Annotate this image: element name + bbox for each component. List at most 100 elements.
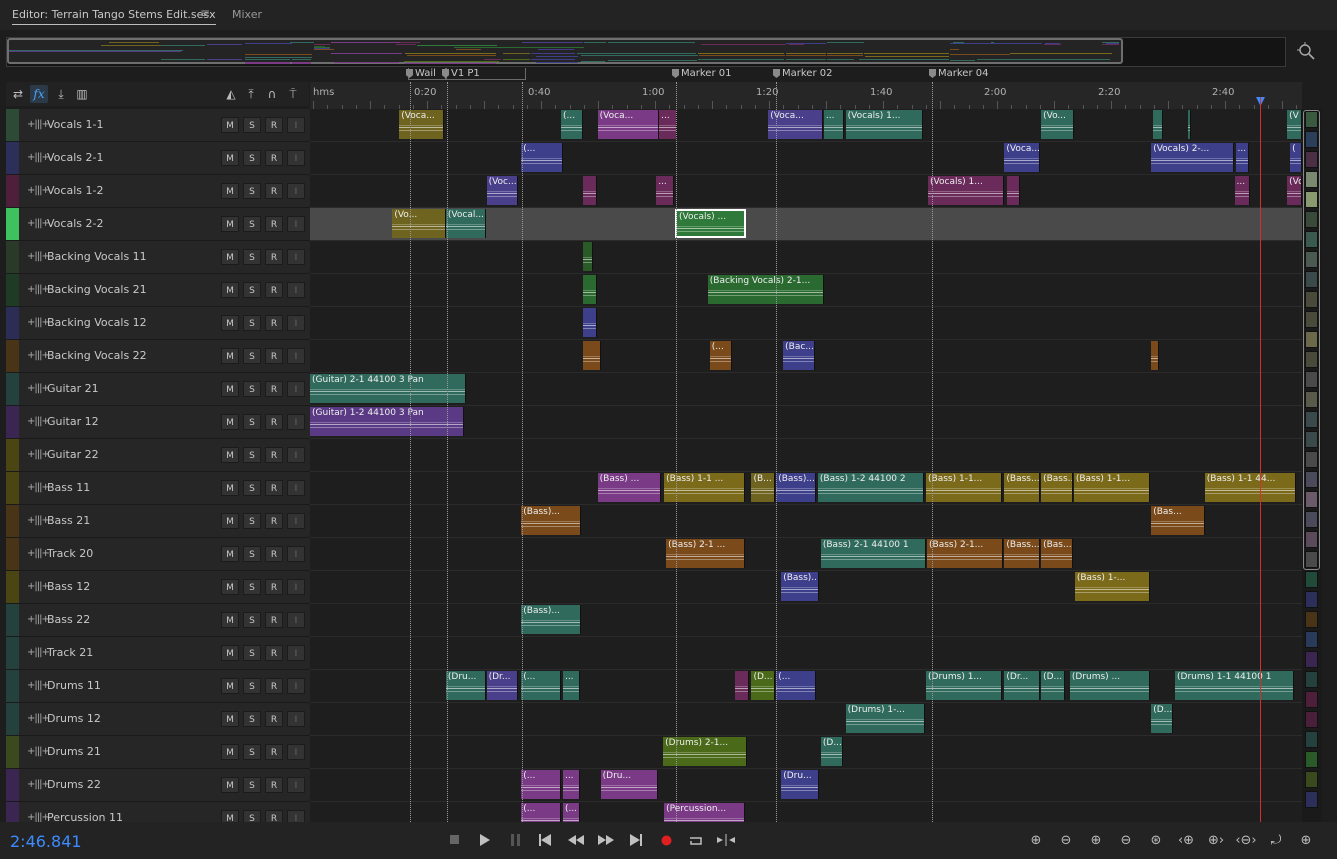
solo-button[interactable]: S — [243, 711, 261, 727]
record-arm-button[interactable]: R — [265, 315, 283, 331]
track-name[interactable]: Drums 22 — [47, 778, 101, 791]
track-name[interactable]: Bass 12 — [47, 580, 90, 593]
track-lane[interactable]: (Dru... (Dr... (...... (D... (... (Drums) 1..… — [310, 670, 1302, 703]
track-lane[interactable]: (... (... (Percussion... — [310, 802, 1302, 822]
mute-button[interactable]: M — [221, 381, 239, 397]
audio-clip[interactable]: (Bass) ... — [597, 473, 662, 502]
audio-clip[interactable]: (Bass) 2-1 44100 1 — [820, 539, 927, 568]
audio-clip[interactable]: (Dru... — [600, 770, 659, 799]
track-header[interactable]: +|||+ Track 20 M S R I — [6, 538, 310, 571]
record-icon[interactable] — [656, 831, 676, 849]
mute-button[interactable]: M — [221, 777, 239, 793]
inputs-outputs-icon[interactable]: ⇄ — [9, 85, 27, 103]
audio-clip[interactable]: ... — [562, 770, 580, 799]
mute-button[interactable]: M — [221, 117, 239, 133]
track-header[interactable]: +|||+ Vocals 2-1 M S R I — [6, 142, 310, 175]
audio-clip[interactable]: (Bass) 1-1... — [926, 473, 1003, 502]
record-arm-button[interactable]: R — [265, 117, 283, 133]
track-header[interactable]: +|||+ Vocals 1-2 M S R I — [6, 175, 310, 208]
audio-clip[interactable] — [734, 671, 750, 700]
track-name[interactable]: Vocals 1-2 — [47, 184, 103, 197]
audio-clip[interactable]: (Drums) 1-... — [845, 704, 926, 733]
upload-icon[interactable]: ⤒ — [242, 85, 260, 103]
audio-clip[interactable]: ... — [659, 110, 678, 139]
track-name[interactable]: Track 20 — [47, 547, 93, 560]
audio-clip[interactable] — [582, 176, 597, 205]
loop-icon[interactable] — [686, 831, 706, 849]
zoom-to-selection-icon[interactable]: ⤾ — [1265, 831, 1287, 849]
track-lane[interactable]: (Drums) 2-1... (D... — [310, 736, 1302, 769]
mute-button[interactable]: M — [221, 612, 239, 628]
solo-button[interactable]: S — [243, 579, 261, 595]
mute-button[interactable]: M — [221, 282, 239, 298]
solo-button[interactable]: S — [243, 183, 261, 199]
track-lane[interactable]: (... (Voca... (Vocals) 2-...... ( — [310, 142, 1302, 175]
track-name[interactable]: Vocals 2-1 — [47, 151, 103, 164]
audio-clip[interactable]: (B... — [751, 473, 776, 502]
record-arm-button[interactable]: R — [265, 711, 283, 727]
marker-wail[interactable]: Wail — [406, 68, 436, 79]
record-arm-button[interactable]: R — [265, 183, 283, 199]
input-monitor-button[interactable]: I — [287, 249, 305, 265]
zoom-in-amplitude-icon[interactable]: ⊕ — [1025, 831, 1047, 849]
audio-clip[interactable]: ( — [1290, 143, 1302, 172]
solo-button[interactable]: S — [243, 480, 261, 496]
audio-clip[interactable]: (Voca... — [1004, 143, 1041, 172]
track-row[interactable]: +|||+ Drums 12 M S R I (Drums) 1-... (D... — [0, 703, 1302, 736]
solo-button[interactable]: S — [243, 546, 261, 562]
track-lane[interactable]: (Guitar) 1-2 44100 3 Pan — [310, 406, 1302, 439]
solo-button[interactable]: S — [243, 117, 261, 133]
track-header[interactable]: +|||+ Guitar 22 M S R I — [6, 439, 310, 472]
track-lane[interactable]: (Guitar) 2-1 44100 3 Pan — [310, 373, 1302, 406]
track-lane[interactable] — [310, 307, 1302, 340]
track-name[interactable]: Backing Vocals 12 — [47, 316, 147, 329]
headphones-icon[interactable]: ∩ — [263, 85, 281, 103]
mute-button[interactable]: M — [221, 315, 239, 331]
record-arm-button[interactable]: R — [265, 447, 283, 463]
record-arm-button[interactable]: R — [265, 678, 283, 694]
audio-clip[interactable]: (... — [562, 803, 580, 822]
audio-clip[interactable]: (Bass)... — [521, 605, 581, 634]
track-header[interactable]: +|||+ Backing Vocals 21 M S R I — [6, 274, 310, 307]
audio-clip[interactable]: ... — [656, 176, 675, 205]
audio-clip[interactable]: (Vocals) 1... — [845, 110, 924, 139]
stop-icon[interactable] — [445, 831, 465, 849]
input-monitor-button[interactable]: I — [287, 645, 305, 661]
solo-button[interactable]: S — [243, 282, 261, 298]
skip-selection-icon[interactable] — [716, 831, 736, 849]
audio-clip[interactable]: (Bass... — [1004, 473, 1041, 502]
audio-clip[interactable]: (Bass)... — [776, 473, 816, 502]
track-row[interactable]: +|||+ Drums 21 M S R I (Drums) 2-1... (D... — [0, 736, 1302, 769]
track-row[interactable]: +|||+ Vocals 2-2 M S R I (Vo... (Vocal... (Vocal… — [0, 208, 1302, 241]
track-header[interactable]: +|||+ Backing Vocals 22 M S R I — [6, 340, 310, 373]
marker-v1-p1[interactable]: V1 P1 — [442, 68, 480, 79]
zoom-in-icon[interactable]: ⊕ — [1085, 831, 1107, 849]
track-row[interactable]: +|||+ Vocals 2-1 M S R I (... (Voca... (Vocals) … — [0, 142, 1302, 175]
audio-clip[interactable]: (D... — [751, 671, 776, 700]
audio-clip[interactable]: (Vo... — [1041, 110, 1074, 139]
audio-clip[interactable]: (Bass... — [1004, 539, 1041, 568]
track-lane[interactable] — [310, 439, 1302, 472]
mute-button[interactable]: M — [221, 183, 239, 199]
audio-clip[interactable]: ... — [562, 671, 580, 700]
solo-button[interactable]: S — [243, 447, 261, 463]
audio-clip[interactable]: (Dru... — [445, 671, 486, 700]
audio-clip[interactable]: (Voc... — [486, 176, 519, 205]
audio-clip[interactable]: (Vocals) 1... — [928, 176, 1005, 205]
mute-button[interactable]: M — [221, 645, 239, 661]
audio-clip[interactable]: (Vocals) 2-... — [1151, 143, 1234, 172]
sends-icon[interactable]: ⤓ — [52, 85, 70, 103]
audio-clip[interactable]: (Voca... — [399, 110, 444, 139]
track-lane[interactable]: (Bass)... (Bas... — [310, 505, 1302, 538]
audio-clip[interactable]: (Bass)... — [781, 572, 819, 601]
record-arm-button[interactable]: R — [265, 216, 283, 232]
track-header[interactable]: +|||+ Bass 11 M S R I — [6, 472, 310, 505]
zoom-out-full-icon[interactable]: ‹⊖› — [1235, 831, 1257, 849]
solo-button[interactable]: S — [243, 645, 261, 661]
audio-clip[interactable]: (Voca... — [597, 110, 660, 139]
overview-viewport[interactable] — [7, 38, 1123, 64]
track-header[interactable]: +|||+ Drums 12 M S R I — [6, 703, 310, 736]
zoom-in-left-icon[interactable]: ‹⊕ — [1175, 831, 1197, 849]
audio-clip[interactable]: (Drums) 1... — [926, 671, 1003, 700]
record-arm-button[interactable]: R — [265, 612, 283, 628]
